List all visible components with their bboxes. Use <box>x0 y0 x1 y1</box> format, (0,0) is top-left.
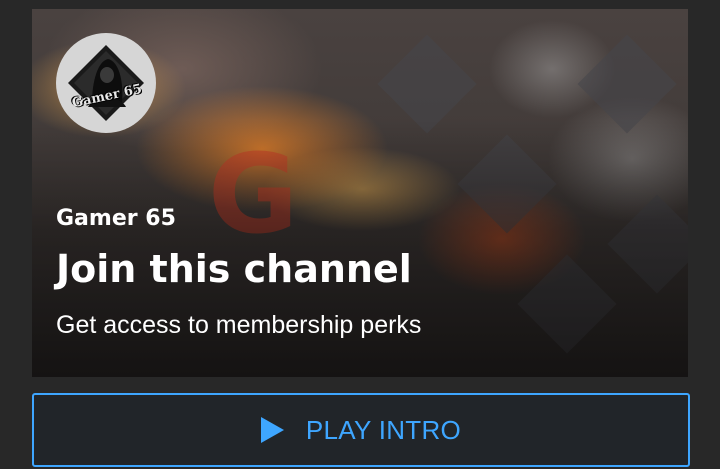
channel-avatar[interactable]: Gamer 65 <box>56 33 156 133</box>
play-intro-button[interactable]: PLAY INTRO <box>32 393 690 467</box>
join-title: Join this channel <box>56 247 412 291</box>
membership-subtitle: Get access to membership perks <box>56 311 422 339</box>
channel-banner: G Gamer 65 Gamer 65 Join this channel Ge… <box>32 9 688 377</box>
play-icon <box>260 417 284 443</box>
membership-page: G Gamer 65 Gamer 65 Join this channel Ge… <box>0 0 720 469</box>
play-intro-label: PLAY INTRO <box>305 414 462 445</box>
channel-name: Gamer 65 <box>56 206 176 231</box>
